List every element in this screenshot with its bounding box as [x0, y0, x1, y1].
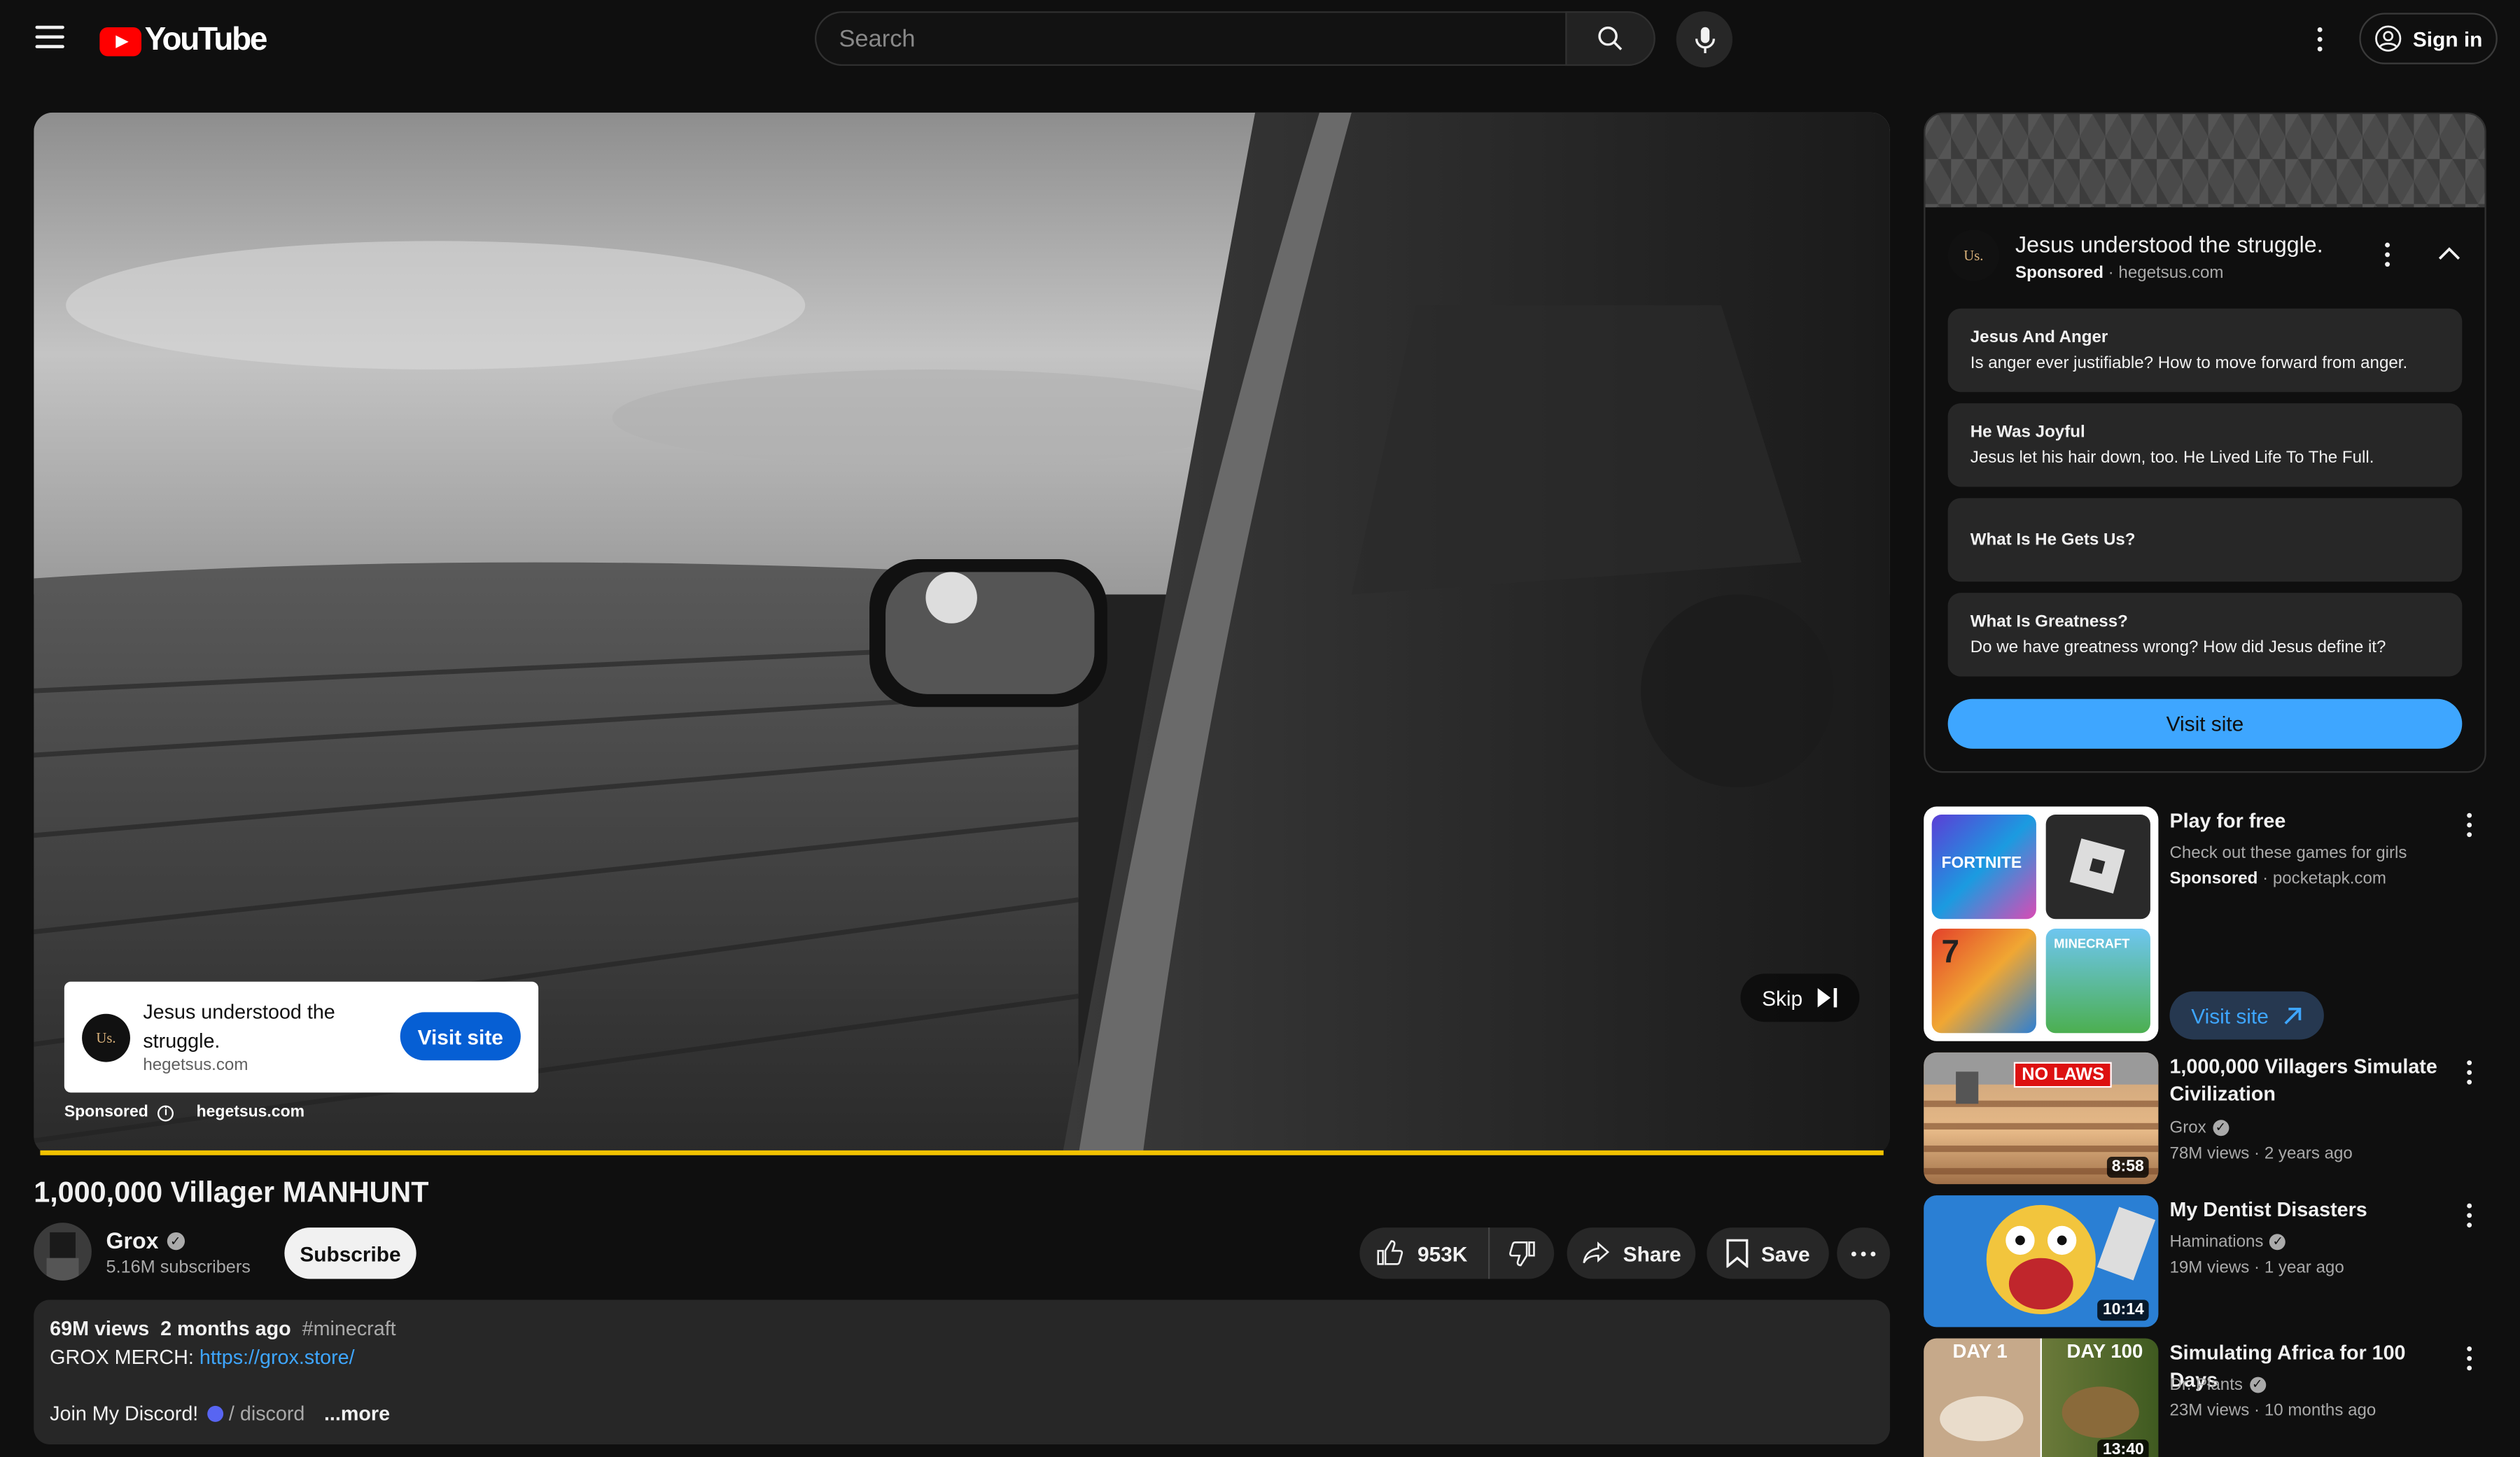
channel-name[interactable]: Grox ✓ [106, 1227, 185, 1253]
search-button[interactable] [1565, 11, 1656, 66]
microphone-icon [1694, 26, 1714, 52]
games-visit-button[interactable]: Visit site [2169, 991, 2324, 1040]
bookmark-icon [1726, 1239, 1748, 1268]
companion-ad-title: Jesus understood the struggle. [2015, 231, 2323, 258]
ad-sponsored-line: Sponsored i hegetsus.com [64, 1104, 304, 1121]
hashtag-link[interactable]: #minecraft [302, 1318, 396, 1340]
games-ad-title[interactable]: Play for free [2169, 808, 2442, 836]
verified-icon: ✓ [2212, 1120, 2229, 1136]
companion-ad[interactable]: Us. Jesus understood the struggle. Spons… [1924, 112, 2486, 773]
share-button[interactable]: Share [1567, 1227, 1696, 1279]
roblox-tile [2045, 815, 2150, 920]
player-ad-card[interactable]: Us. Jesus understood the struggle. heget… [64, 981, 539, 1093]
ad-card-joyful[interactable]: He Was Joyful Jesus let his hair down, to… [1947, 403, 2463, 487]
verified-icon: ✓ [2249, 1377, 2266, 1393]
search-box[interactable] [815, 11, 1567, 66]
sign-in-button[interactable]: Sign in [2359, 13, 2498, 64]
ad-menu-icon[interactable] [2385, 242, 2390, 267]
games-ad-subtitle: Check out these games for girls [2169, 843, 2407, 863]
youtube-logo[interactable]: YouTube [99, 22, 267, 59]
day-100-label: DAY 100 [2066, 1339, 2143, 1363]
skip-next-icon [1816, 987, 1837, 1008]
games-ad-meta: Sponsored · pocketapk.com [2169, 869, 2386, 889]
fortnite-tile: FORTNITE [1931, 815, 2036, 920]
duration-badge: 10:14 [2098, 1300, 2149, 1321]
video-thumbnail[interactable]: DAY 1 DAY 100 13:40 [1924, 1338, 2159, 1457]
subscriber-count: 5.16M subscribers [106, 1258, 251, 1278]
companion-ad-meta: Sponsored · hegetsus.com [2015, 263, 2224, 283]
companion-visit-button[interactable]: Visit site [1947, 698, 2463, 749]
free-fire-tile: 7 [1931, 929, 2036, 1034]
save-button[interactable]: Save [1707, 1227, 1829, 1279]
external-link-icon [2283, 1006, 2301, 1024]
discord-line: Join My Discord! / discord ...more [50, 1402, 391, 1426]
verified-icon: ✓ [2269, 1234, 2286, 1251]
skip-ad-button[interactable]: Skip [1740, 973, 1860, 1022]
sponsored-domain[interactable]: hegetsus.com [197, 1104, 304, 1121]
ad-visit-button[interactable]: Visit site [400, 1012, 521, 1061]
channel-line[interactable]: Haminations ✓ [2169, 1229, 2286, 1255]
channel-line[interactable]: Dr. Plants ✓ [2169, 1372, 2266, 1398]
voice-search-button[interactable] [1676, 11, 1732, 68]
show-more-button[interactable]: ...more [324, 1402, 390, 1425]
info-icon[interactable]: i [158, 1104, 174, 1121]
subscribe-button[interactable]: Subscribe [284, 1227, 416, 1279]
minecraft-tile: MINECRAFT [2045, 929, 2150, 1034]
discord-icon [208, 1405, 225, 1422]
more-horizontal-icon [1851, 1251, 1856, 1256]
games-ad-thumbnail[interactable]: FORTNITE 7 MINECRAFT [1924, 806, 2159, 1041]
search-input[interactable] [816, 13, 1567, 64]
video-stats: 78M views · 2 years ago [2169, 1143, 2353, 1164]
video-title: 1,000,000 Villager MANHUNT [34, 1176, 429, 1209]
merch-line: GROX MERCH: https://grox.store/ [50, 1346, 355, 1370]
channel-avatar[interactable] [34, 1223, 92, 1281]
duration-badge: 8:58 [2106, 1157, 2149, 1178]
settings-more-icon[interactable] [2317, 27, 2323, 52]
day-1-label: DAY 1 [1952, 1339, 2008, 1363]
video-menu-icon[interactable] [2467, 1346, 2472, 1371]
channel-line[interactable]: Grox ✓ [2169, 1115, 2229, 1141]
like-dislike-group: 953K [1359, 1227, 1555, 1279]
video-stats: 19M views · 1 year ago [2169, 1258, 2344, 1278]
video-menu-icon[interactable] [2467, 1203, 2472, 1228]
video-title-link[interactable]: My Dentist Disasters [2169, 1197, 2442, 1224]
menu-icon[interactable] [35, 25, 64, 52]
video-menu-icon[interactable] [2467, 1060, 2472, 1085]
ad-domain: hegetsus.com [143, 1055, 248, 1075]
ad-progress-bar [40, 1150, 1884, 1155]
ad-headline: Jesus understood the struggle. [143, 1001, 335, 1053]
advertiser-logo: Us. [82, 1013, 130, 1062]
advertiser-logo: Us. [1947, 230, 2000, 281]
ad-banner-pattern [1925, 114, 2485, 208]
no-laws-badge: NO LAWS [2013, 1062, 2113, 1088]
video-stats: 23M views · 10 months ago [2169, 1401, 2376, 1421]
ad-card-anger[interactable]: Jesus And Anger Is anger ever justifiable… [1947, 308, 2463, 393]
like-button[interactable]: 953K [1359, 1227, 1490, 1279]
share-icon [1583, 1241, 1609, 1264]
video-thumbnail[interactable]: NO LAWS 8:58 [1924, 1052, 2159, 1185]
account-icon [2375, 25, 2402, 52]
ad-card-greatness[interactable]: What Is Greatness? Do we have greatness w… [1947, 593, 2463, 677]
sponsored-label: Sponsored [64, 1104, 148, 1122]
thumbs-up-icon [1377, 1240, 1404, 1265]
merch-link[interactable]: https://grox.store/ [200, 1346, 355, 1369]
duration-badge: 13:40 [2098, 1440, 2149, 1457]
description-box[interactable]: 69M views 2 months ago #minecraft GROX M… [34, 1300, 1890, 1445]
dislike-button[interactable] [1490, 1227, 1555, 1279]
video-title-link[interactable]: 1,000,000 Villagers Simulate Civilizatio… [2169, 1054, 2442, 1108]
youtube-play-icon [99, 26, 142, 56]
collapse-chevron-icon[interactable] [2438, 246, 2460, 260]
video-thumbnail[interactable]: 10:14 [1924, 1195, 2159, 1328]
more-actions-button[interactable] [1837, 1227, 1890, 1279]
search-icon [1598, 26, 1623, 50]
description-meta: 69M views 2 months ago #minecraft [50, 1317, 396, 1340]
ad-card-he-gets-us[interactable]: What Is He Gets Us? [1947, 498, 2463, 582]
thumbs-down-icon [1508, 1241, 1535, 1267]
games-ad-menu-icon[interactable] [2467, 812, 2472, 838]
verified-icon: ✓ [167, 1231, 185, 1250]
discord-link[interactable]: / discord [208, 1402, 304, 1425]
